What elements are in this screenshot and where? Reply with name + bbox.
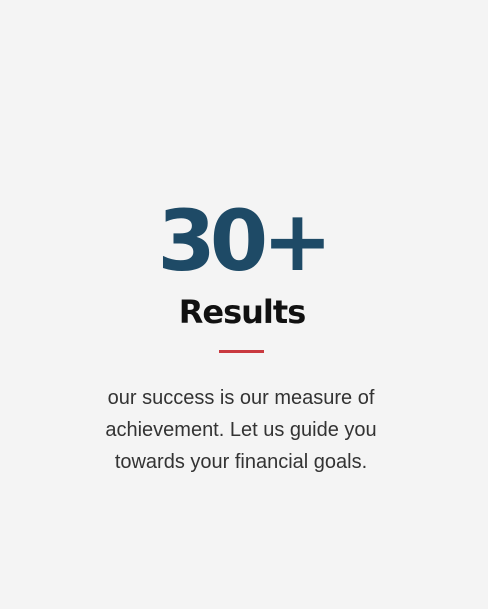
stat-label: Results [178, 293, 306, 331]
stat-card: 30+ Results our success is our measure o… [0, 0, 488, 609]
accent-divider [219, 350, 264, 353]
stat-description: our success is our measure of achievemen… [105, 387, 377, 473]
stat-value: 30+ [157, 192, 332, 290]
